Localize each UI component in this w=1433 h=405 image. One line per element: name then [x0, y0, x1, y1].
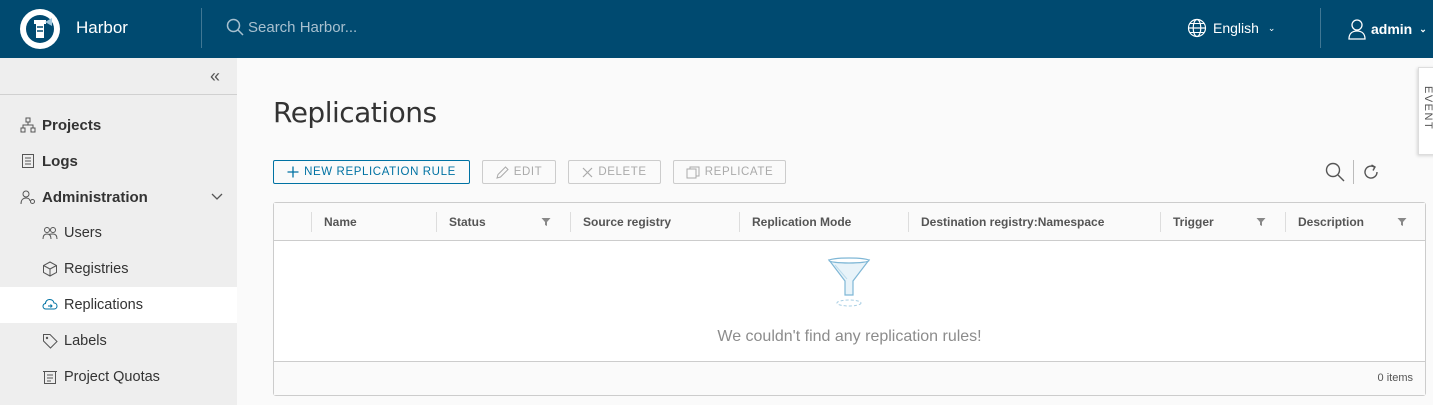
- harbor-logo-icon[interactable]: [20, 9, 60, 49]
- users-icon: [42, 225, 58, 241]
- column-label: Trigger: [1173, 214, 1214, 229]
- button-label: EDIT: [513, 166, 543, 178]
- close-icon: [582, 167, 593, 177]
- button-label: DELETE: [598, 166, 647, 178]
- sidebar-item-label: Logs: [42, 152, 78, 170]
- event-tab-label: EVENT: [1422, 86, 1433, 131]
- sidebar-item-label: Replications: [64, 297, 143, 313]
- empty-funnel-icon: [827, 257, 871, 307]
- column-label: Description: [1298, 214, 1365, 229]
- column-label: Destination registry:Namespace: [921, 214, 1105, 229]
- chevron-down-icon: ⌄: [1419, 23, 1427, 34]
- projects-icon: [20, 117, 36, 133]
- labels-icon: [42, 333, 58, 349]
- global-search[interactable]: Search Harbor...: [226, 18, 357, 36]
- column-header-source-registry[interactable]: Source registry: [571, 203, 739, 240]
- filter-icon[interactable]: [541, 217, 551, 227]
- brand-name[interactable]: Harbor: [76, 18, 128, 38]
- plus-icon: [287, 166, 299, 178]
- sidebar-item-users[interactable]: Users: [0, 215, 237, 251]
- sidebar-divider: [0, 94, 237, 95]
- pencil-icon: [495, 165, 509, 179]
- refresh-icon[interactable]: [1362, 163, 1380, 181]
- sidebar-item-label: Administration: [42, 188, 148, 206]
- delete-button[interactable]: DELETE: [568, 160, 661, 184]
- administration-icon: [20, 189, 36, 205]
- column-header-destination[interactable]: Destination registry:Namespace: [909, 203, 1161, 240]
- sidebar-item-logs[interactable]: Logs: [0, 143, 237, 179]
- edit-button[interactable]: EDIT: [482, 160, 556, 184]
- event-panel-tab[interactable]: EVENT: [1418, 67, 1433, 155]
- item-count: 0 items: [1377, 372, 1413, 384]
- header-divider: [201, 8, 202, 48]
- button-label: REPLICATE: [704, 166, 774, 178]
- grid-tools: [1325, 160, 1380, 184]
- sidebar-item-label: Project Quotas: [64, 369, 160, 385]
- replicate-button[interactable]: REPLICATE: [673, 160, 786, 184]
- filter-icon[interactable]: [1256, 217, 1266, 227]
- replicate-icon: [686, 166, 700, 178]
- column-header-replication-mode[interactable]: Replication Mode: [740, 203, 908, 240]
- sidebar-item-label: Registries: [64, 261, 129, 277]
- collapse-sidebar-icon[interactable]: «: [210, 66, 220, 87]
- new-replication-rule-button[interactable]: NEW REPLICATION RULE: [273, 160, 470, 184]
- search-icon: [226, 18, 244, 36]
- button-label: NEW REPLICATION RULE: [304, 166, 456, 178]
- sidebar-item-projects[interactable]: Projects: [0, 107, 237, 143]
- search-input[interactable]: Search Harbor...: [248, 19, 357, 36]
- column-label: Source registry: [583, 214, 672, 229]
- search-icon[interactable]: [1325, 162, 1345, 182]
- sidebar-item-label: Projects: [42, 116, 102, 134]
- user-icon: [1348, 19, 1366, 40]
- column-label: Name: [324, 214, 357, 229]
- username-label: admin: [1371, 21, 1413, 37]
- sidebar-item-labels[interactable]: Labels: [0, 323, 237, 359]
- project-quotas-icon: [42, 369, 58, 385]
- page-title: Replications: [273, 96, 437, 129]
- datagrid-footer: 0 items: [274, 361, 1425, 395]
- sidebar-item-administration[interactable]: Administration: [0, 179, 237, 215]
- column-label: Replication Mode: [752, 214, 852, 229]
- column-header-name[interactable]: Name: [312, 203, 436, 240]
- header-divider: [1320, 8, 1321, 48]
- replications-icon: [42, 297, 58, 313]
- language-label: English: [1213, 20, 1259, 36]
- registries-icon: [42, 261, 58, 277]
- top-header: Harbor Search Harbor... English ⌄ admin …: [0, 0, 1433, 58]
- sidebar-item-registries[interactable]: Registries: [0, 251, 237, 287]
- sidebar-item-label: Users: [64, 225, 102, 241]
- column-header-trigger[interactable]: Trigger: [1161, 203, 1285, 240]
- language-selector[interactable]: English ⌄: [1187, 18, 1275, 38]
- column-label: Status: [449, 214, 486, 229]
- logs-icon: [20, 153, 36, 169]
- sidebar-item-replications[interactable]: Replications: [0, 287, 237, 323]
- filter-icon[interactable]: [1397, 217, 1407, 227]
- empty-state-message: We couldn't find any replication rules!: [717, 328, 982, 345]
- sidebar-item-project-quotas[interactable]: Project Quotas: [0, 359, 237, 395]
- sidebar: « Projects Logs Administration Users Reg…: [0, 58, 237, 405]
- chevron-down-icon: ⌄: [1267, 22, 1276, 33]
- chevron-down-icon: [211, 193, 223, 200]
- sidebar-item-label: Labels: [64, 333, 107, 349]
- globe-icon: [1187, 18, 1207, 38]
- tool-divider: [1353, 160, 1354, 184]
- replication-rules-datagrid: Name Status Source registry Replication …: [273, 202, 1426, 396]
- datagrid-header: Name Status Source registry Replication …: [274, 203, 1425, 241]
- user-menu[interactable]: admin ⌄: [1347, 18, 1427, 40]
